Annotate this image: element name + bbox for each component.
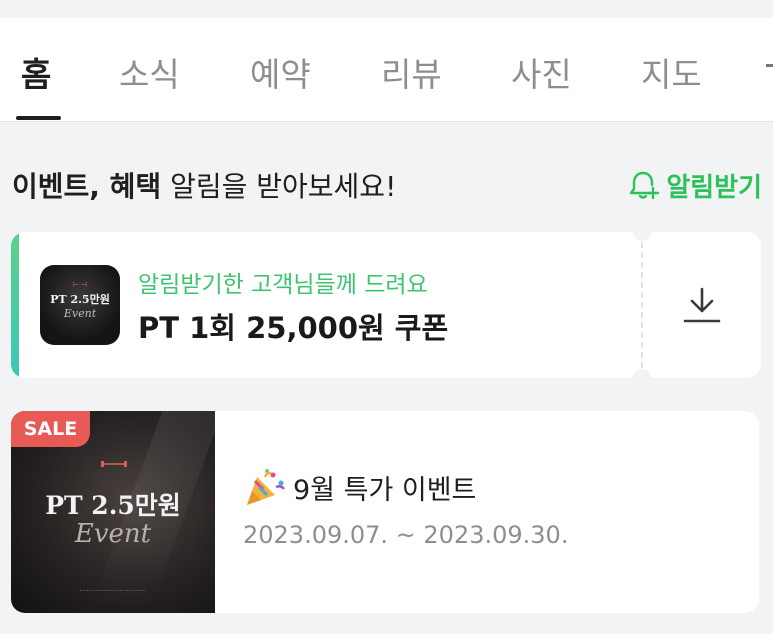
tab-photo[interactable]: 사진 — [511, 48, 572, 96]
dumbbell-icon — [101, 461, 127, 467]
top-strip — [0, 0, 773, 18]
event-title: 9월 특가 이벤트 — [293, 474, 477, 506]
active-tab-indicator — [16, 116, 61, 120]
notification-prompt-rest: 알림을 받아보세요! — [161, 170, 397, 203]
sale-badge: SALE — [11, 411, 90, 447]
subscribe-notification-button[interactable]: 알림받기 — [626, 165, 762, 205]
bell-plus-icon — [630, 171, 660, 200]
event-image-fineprint: ······························ — [79, 587, 147, 595]
subscribe-notification-label: 알림받기 — [666, 172, 762, 203]
event-title-row: 9월 특가 이벤트 — [243, 467, 476, 507]
coupon-subtitle: 알림받기한 고객님들께 드려요 — [138, 272, 428, 298]
coupon-accent-bar — [11, 232, 19, 378]
notification-prompt: 이벤트, 혜택 알림을 받아보세요! 알림받기 — [12, 163, 762, 209]
coupon-card[interactable]: ⊢⊣ PT 2.5만원 Event 알림받기한 고객님들께 드려요 PT 1회 … — [11, 232, 761, 378]
tab-bar: 홈 소식 예약 리뷰 사진 지도 — [0, 18, 773, 122]
tab-home[interactable]: 홈 — [21, 48, 51, 96]
download-icon — [683, 287, 721, 323]
party-popper-icon — [247, 469, 285, 505]
tab-reservation[interactable]: 예약 — [250, 48, 311, 96]
event-date: 2023.09.07. ~ 2023.09.30. — [243, 521, 569, 549]
notification-prompt-bold: 이벤트, 혜택 — [12, 170, 162, 203]
coupon-title: PT 1회 25,000원 쿠폰 — [138, 311, 449, 345]
coupon-thumbnail-script: Event — [63, 307, 97, 320]
event-image-script: Event — [74, 519, 152, 549]
coupon-thumbnail: ⊢⊣ PT 2.5만원 Event — [40, 265, 120, 345]
tab-news[interactable]: 소식 — [119, 48, 180, 96]
coupon-thumbnail-title: PT 2.5만원 — [50, 293, 110, 306]
notification-prompt-text: 이벤트, 혜택 알림을 받아보세요! — [12, 165, 396, 205]
coupon-download-button[interactable] — [643, 232, 761, 378]
tab-map[interactable]: 지도 — [641, 48, 702, 96]
tab-review[interactable]: 리뷰 — [381, 48, 442, 96]
event-image-title: PT 2.5만원 — [45, 491, 181, 520]
dumbbell-icon: ⊢⊣ — [73, 280, 87, 289]
event-image: PT 2.5만원 Event ·························… — [11, 411, 215, 613]
tab-overflow-indicator — [766, 64, 773, 67]
event-card[interactable]: PT 2.5만원 Event ·························… — [11, 411, 759, 613]
